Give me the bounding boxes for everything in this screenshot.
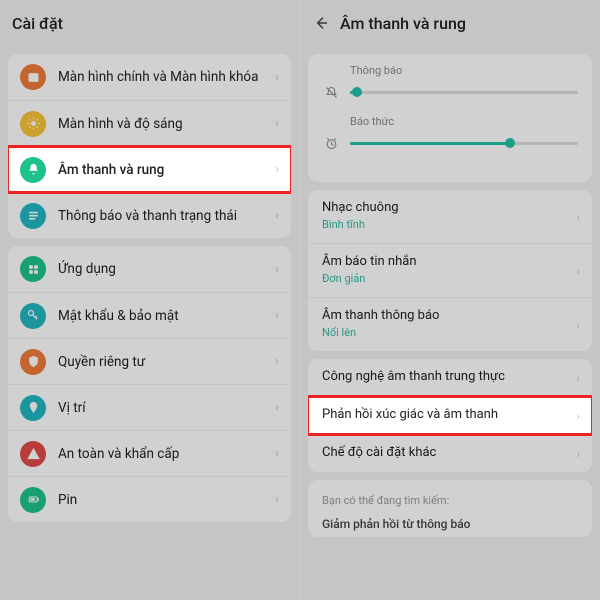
image-icon — [20, 64, 46, 90]
chevron-right-icon: › — [576, 318, 580, 332]
detail-row[interactable]: Âm báo tin nhắn Đơn giản› — [308, 243, 592, 297]
row-label: An toàn và khẩn cấp — [58, 446, 275, 462]
back-icon[interactable] — [312, 14, 330, 32]
sound-options-group: Công nghệ âm thanh trung thực›Phản hồi x… — [308, 359, 592, 472]
detail-title: Âm báo tin nhắn — [322, 254, 578, 269]
detail-row[interactable]: Phản hồi xúc giác và âm thanh› — [308, 396, 592, 434]
bars-icon — [20, 203, 46, 229]
chevron-right-icon: › — [275, 70, 279, 85]
settings-row-grid[interactable]: Ứng dụng› — [8, 246, 291, 292]
chevron-right-icon: › — [275, 262, 279, 277]
settings-row-battery[interactable]: Pin› — [8, 476, 291, 522]
chevron-right-icon: › — [275, 492, 279, 507]
left-title: Cài đặt — [12, 14, 63, 33]
detail-title: Âm thanh thông báo — [322, 308, 578, 323]
volume-sliders: Thông báo Báo thức — [308, 54, 592, 182]
settings-group: Ứng dụng›Mật khẩu & bảo mật›Quyền riêng … — [8, 246, 291, 522]
slider-label: Báo thức — [322, 115, 578, 128]
detail-row[interactable]: Công nghệ âm thanh trung thực› — [308, 359, 592, 396]
chevron-right-icon: › — [275, 354, 279, 369]
row-label: Thông báo và thanh trạng thái — [58, 208, 275, 224]
chevron-right-icon: › — [275, 400, 279, 415]
row-label: Pin — [58, 492, 275, 508]
alert-icon — [20, 441, 46, 467]
settings-row-alert[interactable]: An toàn và khẩn cấp› — [8, 430, 291, 476]
detail-row[interactable]: Chế độ cài đặt khác› — [308, 434, 592, 472]
settings-group: Màn hình chính và Màn hình khóa›Màn hình… — [8, 54, 291, 238]
detail-title: Chế độ cài đặt khác — [322, 445, 578, 460]
chevron-right-icon: › — [275, 116, 279, 131]
slider-track[interactable] — [350, 91, 578, 94]
right-header: Âm thanh và rung — [300, 0, 600, 46]
slider-label: Thông báo — [322, 64, 578, 77]
row-label: Màn hình và độ sáng — [58, 116, 275, 132]
detail-row[interactable]: Âm thanh thông báo Nổi lên› — [308, 297, 592, 351]
chevron-right-icon: › — [275, 162, 279, 177]
shield-icon — [20, 349, 46, 375]
settings-row-pin[interactable]: Vị trí› — [8, 384, 291, 430]
detail-pane: Âm thanh và rung Thông báo Báo thức Nhạc … — [300, 0, 600, 600]
row-label: Mật khẩu & bảo mật — [58, 308, 275, 324]
chevron-right-icon: › — [576, 210, 580, 224]
row-label: Quyền riêng tư — [58, 354, 275, 370]
detail-subtitle: Bình tĩnh — [322, 218, 578, 231]
chevron-right-icon: › — [576, 371, 580, 385]
volume-slider-alarm[interactable]: Báo thức — [322, 115, 578, 152]
detail-row[interactable]: Nhạc chuông Bình tĩnh› — [308, 190, 592, 243]
bell-off-icon — [322, 83, 340, 101]
sun-icon — [20, 111, 46, 137]
row-label: Màn hình chính và Màn hình khóa — [58, 69, 275, 85]
chevron-right-icon: › — [275, 446, 279, 461]
detail-subtitle: Đơn giản — [322, 272, 578, 285]
chevron-right-icon: › — [576, 447, 580, 461]
row-label: Vị trí — [58, 400, 275, 416]
detail-title: Công nghệ âm thanh trung thực — [322, 369, 578, 384]
detail-title: Nhạc chuông — [322, 200, 578, 215]
settings-row-bell[interactable]: Âm thanh và rung› — [8, 146, 291, 192]
bell-icon — [20, 157, 46, 183]
settings-row-sun[interactable]: Màn hình và độ sáng› — [8, 100, 291, 146]
chevron-right-icon: › — [576, 409, 580, 423]
detail-title: Phản hồi xúc giác và âm thanh — [322, 407, 578, 422]
row-label: Âm thanh và rung — [58, 162, 275, 178]
key-icon — [20, 303, 46, 329]
chevron-right-icon: › — [576, 264, 580, 278]
pin-icon — [20, 395, 46, 421]
right-title: Âm thanh và rung — [340, 14, 466, 33]
settings-row-key[interactable]: Mật khẩu & bảo mật› — [8, 292, 291, 338]
settings-pane: Cài đặt Màn hình chính và Màn hình khóa›… — [0, 0, 300, 600]
slider-track[interactable] — [350, 142, 578, 145]
chevron-right-icon: › — [275, 208, 279, 223]
left-header: Cài đặt — [0, 0, 299, 46]
battery-icon — [20, 487, 46, 513]
detail-subtitle: Nổi lên — [322, 326, 578, 339]
grid-icon — [20, 256, 46, 282]
chevron-right-icon: › — [275, 308, 279, 323]
settings-row-bars[interactable]: Thông báo và thanh trạng thái› — [8, 192, 291, 238]
volume-slider-bell-off[interactable]: Thông báo — [322, 64, 578, 101]
search-hint: Bạn có thể đang tìm kiếm: Giảm phản hồi … — [308, 480, 592, 537]
sound-selection-group: Nhạc chuôngBình tĩnh›Âm báo tin nhắnĐơn … — [308, 190, 592, 351]
hint-suggestion[interactable]: Giảm phản hồi từ thông báo — [322, 517, 578, 531]
alarm-icon — [322, 134, 340, 152]
settings-row-shield[interactable]: Quyền riêng tư› — [8, 338, 291, 384]
row-label: Ứng dụng — [58, 261, 275, 277]
settings-row-image[interactable]: Màn hình chính và Màn hình khóa› — [8, 54, 291, 100]
hint-label: Bạn có thể đang tìm kiếm: — [322, 494, 578, 507]
